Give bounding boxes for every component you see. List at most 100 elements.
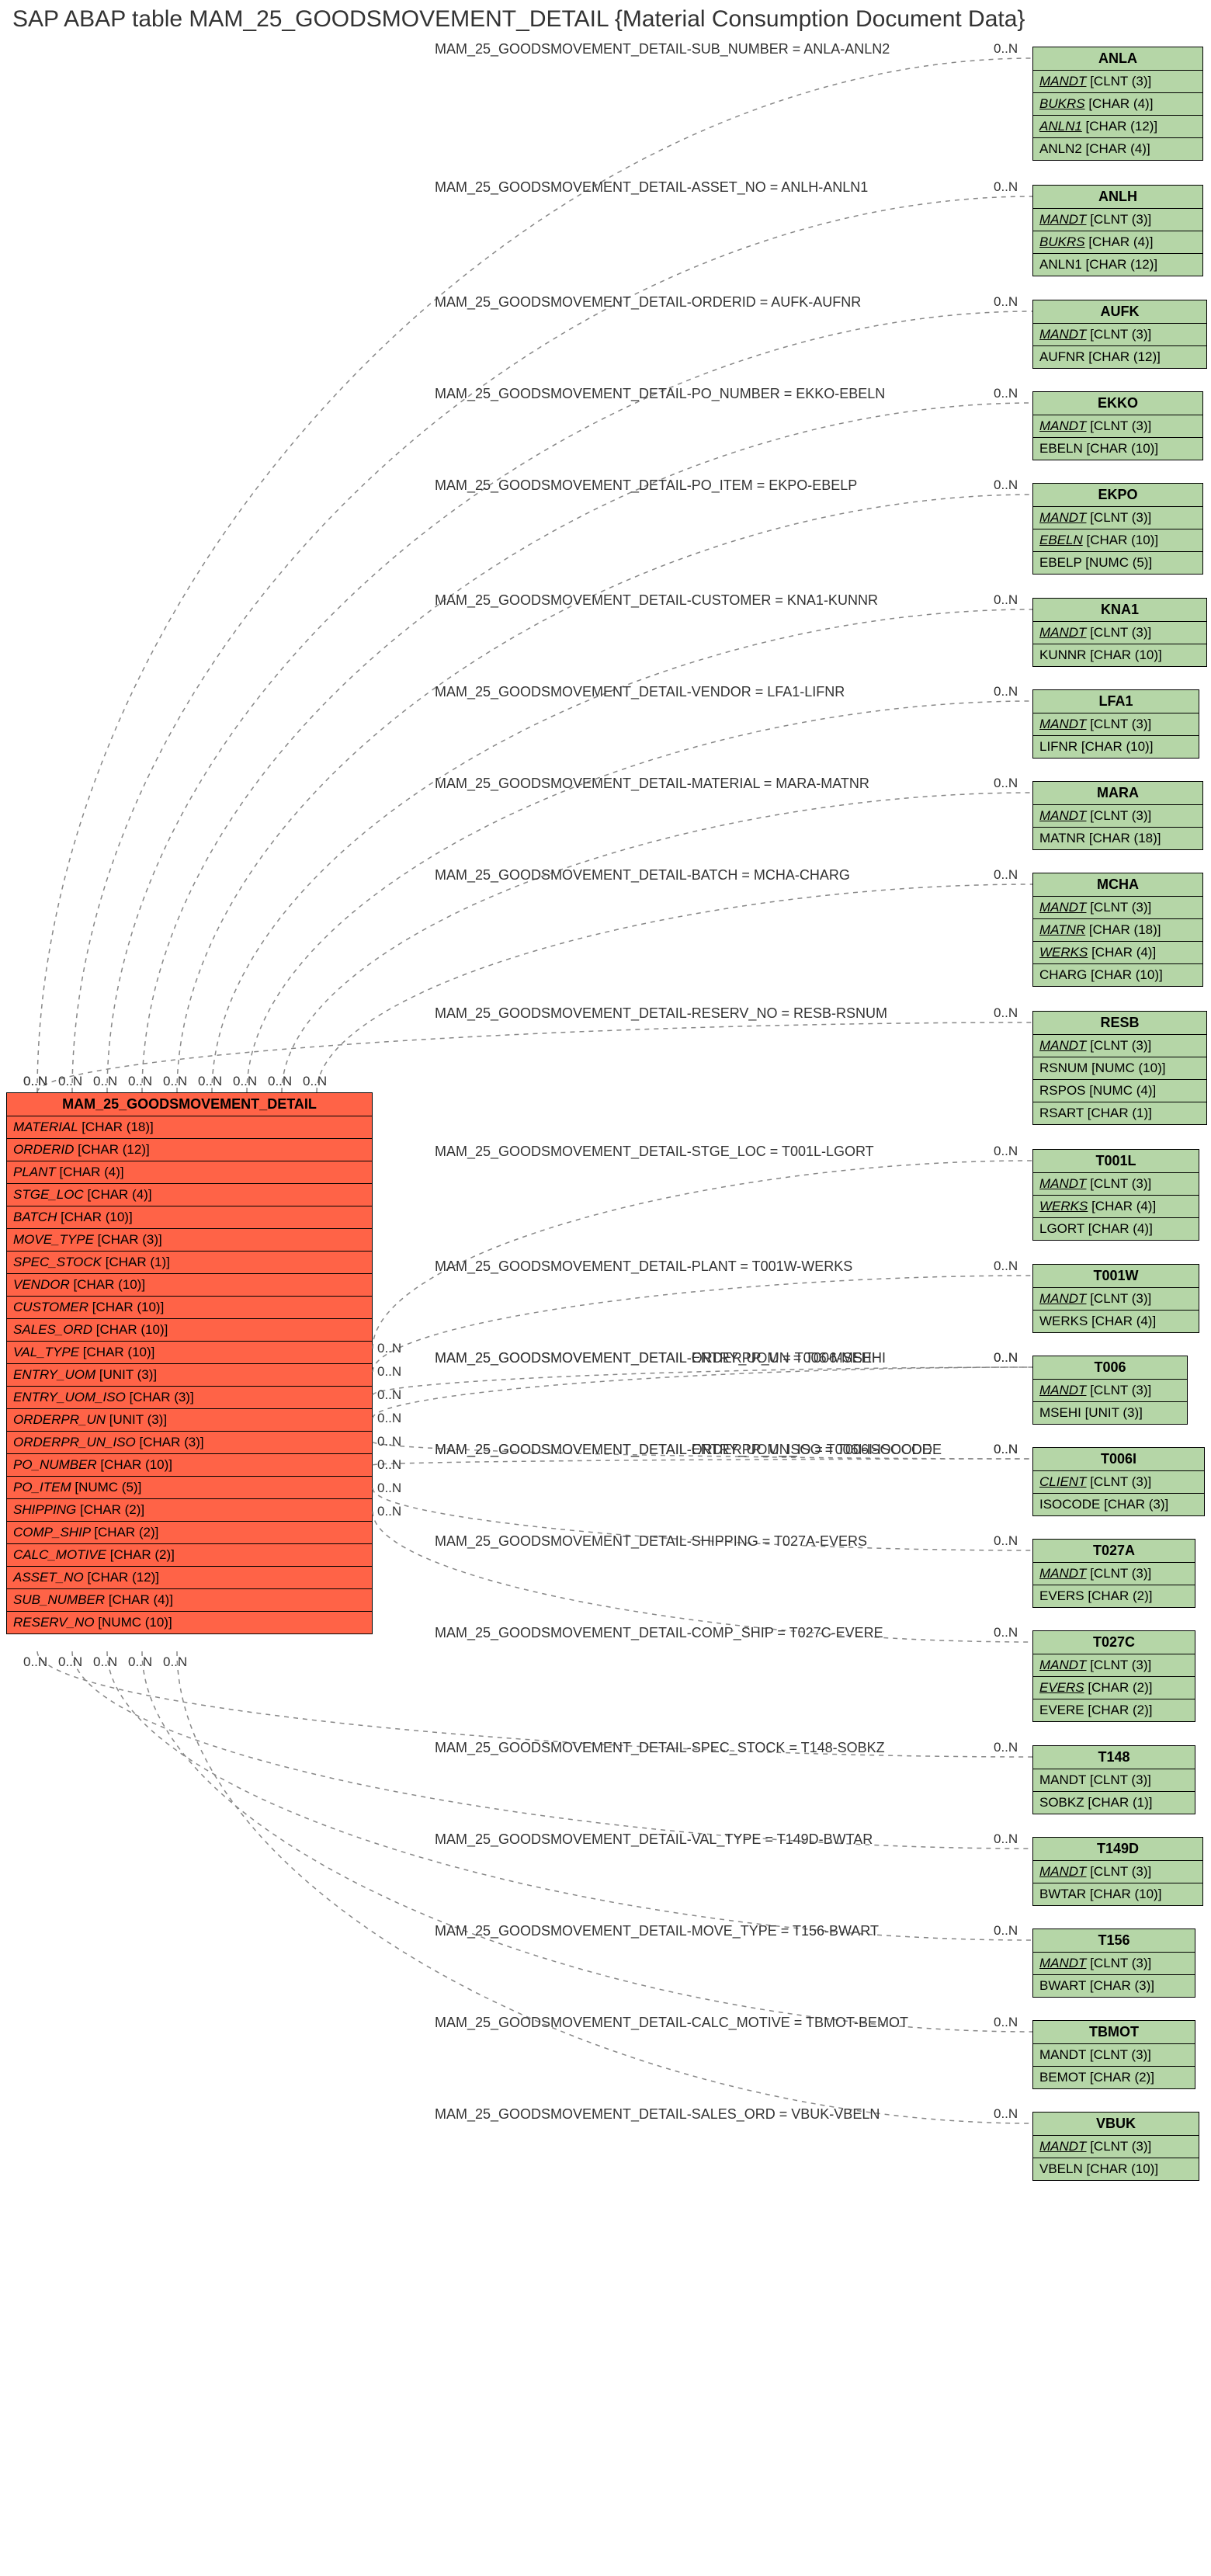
relation-label: MAM_25_GOODSMOVEMENT_DETAIL-ORDERPR_UN =… [435, 1350, 886, 1366]
ref-table-header: TBMOT [1033, 2021, 1195, 2043]
cardinality-label: 0..N [994, 41, 1018, 57]
cardinality-label: 0..N [994, 1005, 1018, 1021]
table-row: MANDT [CLNT (3)] [1033, 208, 1202, 231]
cardinality-label: 0..N [377, 1411, 401, 1426]
table-row: MANDT [CLNT (3)] [1033, 1172, 1199, 1195]
table-row: WERKS [CHAR (4)] [1033, 1195, 1199, 1217]
ref-table-tbmot: TBMOTMANDT [CLNT (3)]BEMOT [CHAR (2)] [1032, 2020, 1195, 2089]
ref-table-ekko: EKKOMANDT [CLNT (3)]EBELN [CHAR (10)] [1032, 391, 1203, 460]
table-row: BWART [CHAR (3)] [1033, 1974, 1195, 1997]
table-row: PLANT [CHAR (4)] [7, 1161, 372, 1183]
ref-table-header: LFA1 [1033, 690, 1199, 713]
table-row: WERKS [CHAR (4)] [1033, 1310, 1199, 1332]
ref-table-mara: MARAMANDT [CLNT (3)]MATNR [CHAR (18)] [1032, 781, 1203, 850]
table-row: EBELN [CHAR (10)] [1033, 437, 1202, 460]
table-row: SHIPPING [CHAR (2)] [7, 1498, 372, 1521]
table-row: VENDOR [CHAR (10)] [7, 1273, 372, 1296]
cardinality-label: 0..N [58, 1074, 82, 1089]
ref-table-t001w: T001WMANDT [CLNT (3)]WERKS [CHAR (4)] [1032, 1264, 1199, 1333]
table-row: MOVE_TYPE [CHAR (3)] [7, 1228, 372, 1251]
table-row: SUB_NUMBER [CHAR (4)] [7, 1588, 372, 1611]
ref-table-header: AUFK [1033, 300, 1206, 323]
table-row: MSEHI [UNIT (3)] [1033, 1401, 1187, 1424]
ref-table-header: EKKO [1033, 392, 1202, 415]
relation-label: MAM_25_GOODSMOVEMENT_DETAIL-MATERIAL = M… [435, 776, 869, 792]
table-row: ENTRY_UOM_ISO [CHAR (3)] [7, 1386, 372, 1408]
relation-label: MAM_25_GOODSMOVEMENT_DETAIL-PO_NUMBER = … [435, 386, 885, 402]
table-row: MATNR [CHAR (18)] [1033, 918, 1202, 941]
ref-table-header: T006I [1033, 1448, 1204, 1470]
ref-table-header: RESB [1033, 1012, 1206, 1034]
table-row: VBELN [CHAR (10)] [1033, 2158, 1199, 2180]
relation-label: MAM_25_GOODSMOVEMENT_DETAIL-PLANT = T001… [435, 1258, 852, 1275]
table-row: ORDERID [CHAR (12)] [7, 1138, 372, 1161]
table-row: LIFNR [CHAR (10)] [1033, 735, 1199, 758]
table-row: ANLN1 [CHAR (12)] [1033, 253, 1202, 276]
ref-table-kna1: KNA1MANDT [CLNT (3)]KUNNR [CHAR (10)] [1032, 598, 1207, 667]
table-row: MANDT [CLNT (3)] [1033, 70, 1202, 92]
ref-table-header: MCHA [1033, 873, 1202, 896]
cardinality-label: 0..N [994, 179, 1018, 195]
table-row: STGE_LOC [CHAR (4)] [7, 1183, 372, 1206]
cardinality-label: 0..N [23, 1654, 47, 1670]
table-row: CHARG [CHAR (10)] [1033, 963, 1202, 986]
cardinality-label: 0..N [23, 1074, 47, 1089]
table-row: MANDT [CLNT (3)] [1033, 506, 1202, 529]
ref-table-t156: T156MANDT [CLNT (3)]BWART [CHAR (3)] [1032, 1929, 1195, 1998]
table-row: LGORT [CHAR (4)] [1033, 1217, 1199, 1240]
ref-table-header: T027C [1033, 1631, 1195, 1654]
table-row: ANLN1 [CHAR (12)] [1033, 115, 1202, 137]
table-row: ORDERPR_UN [UNIT (3)] [7, 1408, 372, 1431]
table-row: MATNR [CHAR (18)] [1033, 827, 1202, 849]
ref-table-header: MARA [1033, 782, 1202, 804]
ref-table-aufk: AUFKMANDT [CLNT (3)]AUFNR [CHAR (12)] [1032, 300, 1207, 369]
cardinality-label: 0..N [994, 1923, 1018, 1939]
table-row: RSART [CHAR (1)] [1033, 1102, 1206, 1124]
relation-label: MAM_25_GOODSMOVEMENT_DETAIL-COMP_SHIP = … [435, 1625, 883, 1641]
relation-label: MAM_25_GOODSMOVEMENT_DETAIL-CUSTOMER = K… [435, 592, 878, 609]
relation-label: MAM_25_GOODSMOVEMENT_DETAIL-CALC_MOTIVE … [435, 2015, 908, 2031]
cardinality-label: 0..N [163, 1074, 187, 1089]
table-row: BUKRS [CHAR (4)] [1033, 231, 1202, 253]
cardinality-label: 0..N [268, 1074, 292, 1089]
ref-table-header: EKPO [1033, 484, 1202, 506]
table-row: AUFNR [CHAR (12)] [1033, 345, 1206, 368]
table-row: ORDERPR_UN_ISO [CHAR (3)] [7, 1431, 372, 1453]
relation-label: MAM_25_GOODSMOVEMENT_DETAIL-ORDERPR_UN_I… [435, 1442, 942, 1458]
ref-table-header: KNA1 [1033, 599, 1206, 621]
table-row: MANDT [CLNT (3)] [1033, 804, 1202, 827]
cardinality-label: 0..N [58, 1654, 82, 1670]
table-row: BWTAR [CHAR (10)] [1033, 1883, 1202, 1905]
table-row: PO_NUMBER [CHAR (10)] [7, 1453, 372, 1476]
ref-table-header: ANLA [1033, 47, 1202, 70]
ref-table-header: ANLH [1033, 186, 1202, 208]
relation-label: MAM_25_GOODSMOVEMENT_DETAIL-SALES_ORD = … [435, 2106, 880, 2123]
cardinality-label: 0..N [377, 1364, 401, 1380]
ref-table-header: T006 [1033, 1356, 1187, 1379]
table-row: ASSET_NO [CHAR (12)] [7, 1566, 372, 1588]
table-row: SOBKZ [CHAR (1)] [1033, 1791, 1195, 1814]
table-row: MANDT [CLNT (3)] [1033, 1952, 1195, 1974]
cardinality-label: 0..N [377, 1504, 401, 1519]
cardinality-label: 0..N [994, 684, 1018, 700]
table-row: RESERV_NO [NUMC (10)] [7, 1611, 372, 1633]
cardinality-label: 0..N [994, 1144, 1018, 1159]
relation-label: MAM_25_GOODSMOVEMENT_DETAIL-VENDOR = LFA… [435, 684, 845, 700]
cardinality-label: 0..N [233, 1074, 257, 1089]
cardinality-label: 0..N [198, 1074, 222, 1089]
cardinality-label: 0..N [994, 386, 1018, 401]
table-row: KUNNR [CHAR (10)] [1033, 644, 1206, 666]
ref-table-t148: T148MANDT [CLNT (3)]SOBKZ [CHAR (1)] [1032, 1745, 1195, 1814]
cardinality-label: 0..N [994, 1442, 1018, 1457]
table-row: VAL_TYPE [CHAR (10)] [7, 1341, 372, 1363]
table-row: ANLN2 [CHAR (4)] [1033, 137, 1202, 160]
cardinality-label: 0..N [994, 1740, 1018, 1755]
ref-table-t006: T006MANDT [CLNT (3)]MSEHI [UNIT (3)] [1032, 1356, 1188, 1425]
table-row: CLIENT [CLNT (3)] [1033, 1470, 1204, 1493]
cardinality-label: 0..N [303, 1074, 327, 1089]
relation-label: MAM_25_GOODSMOVEMENT_DETAIL-ORDERID = AU… [435, 294, 861, 311]
cardinality-label: 0..N [128, 1074, 152, 1089]
ref-table-header: T001W [1033, 1265, 1199, 1287]
cardinality-label: 0..N [377, 1341, 401, 1356]
table-row: MANDT [CLNT (3)] [1033, 323, 1206, 345]
